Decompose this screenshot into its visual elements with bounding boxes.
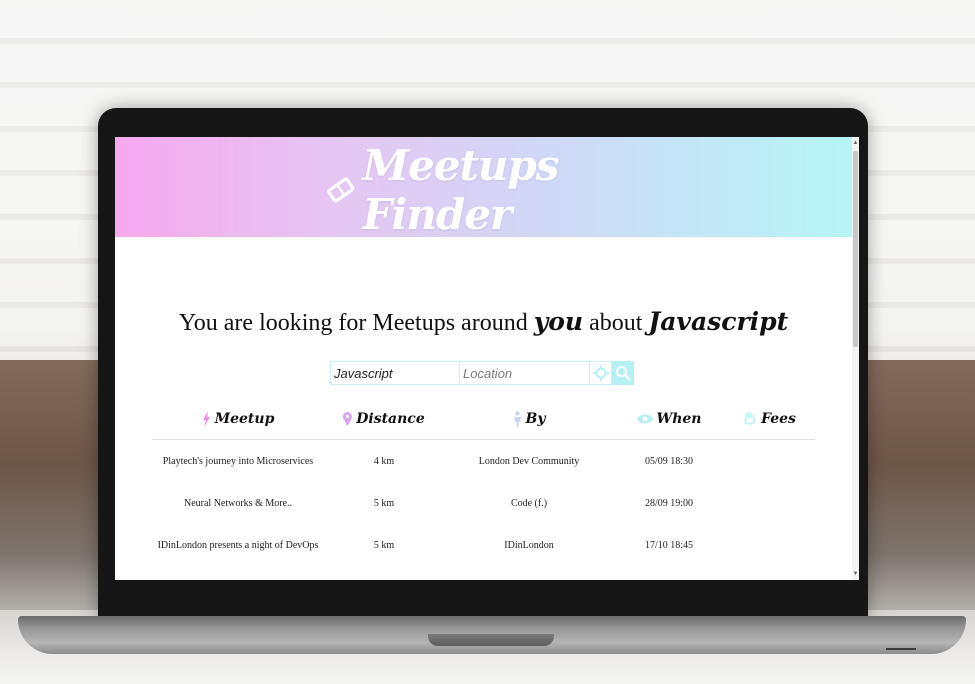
cell-when: 28/09 19:00 xyxy=(644,497,694,509)
headline-you: you xyxy=(533,307,584,336)
page-headline: You are looking for Meetups around you a… xyxy=(115,307,852,337)
cell-meetup: Neural Networks & More.. xyxy=(183,497,293,509)
cell-by: IDinLondon xyxy=(504,539,554,551)
column-header-when[interactable]: When xyxy=(614,411,724,427)
search-button[interactable] xyxy=(612,361,634,385)
browser-viewport: Meetups Finder You are looking for Meetu… xyxy=(115,137,859,580)
hero-banner: Meetups Finder xyxy=(115,137,852,239)
table-row[interactable]: IDinLondon presents a night of DevOps 5 … xyxy=(152,524,815,566)
column-header-fees[interactable]: Fees xyxy=(724,411,815,427)
cell-when: 05/09 18:30 xyxy=(644,455,694,467)
meetups-table: Meetup Distance By When Fees Playtech's … xyxy=(152,399,815,566)
vertical-scrollbar[interactable]: ▲ ▼ xyxy=(852,137,859,580)
table-row[interactable]: Neural Networks & More.. 5 km Code (f.) … xyxy=(152,482,815,524)
scroll-down-arrow-icon[interactable]: ▼ xyxy=(852,570,859,578)
column-header-by[interactable]: By xyxy=(444,411,614,427)
locate-button[interactable] xyxy=(590,361,612,385)
column-header-distance[interactable]: Distance xyxy=(324,411,444,427)
headline-about: about xyxy=(589,310,643,336)
headline-prefix: You are looking for Meetups around xyxy=(178,310,528,336)
scrollbar-thumb[interactable] xyxy=(853,151,858,347)
app-logo: Meetups Finder xyxy=(325,141,645,239)
search-icon xyxy=(616,366,631,381)
column-header-meetup[interactable]: Meetup xyxy=(152,411,324,427)
headline-topic: Javascript xyxy=(648,307,789,336)
laptop-notch xyxy=(428,634,554,646)
search-bar xyxy=(330,361,634,385)
cell-distance: 4 km xyxy=(373,455,395,467)
app-title: Meetups Finder xyxy=(362,141,560,239)
eye-icon xyxy=(636,414,653,424)
scroll-up-arrow-icon[interactable]: ▲ xyxy=(852,139,859,147)
cell-distance: 5 km xyxy=(373,539,395,551)
cell-by: Code (f.) xyxy=(510,497,548,509)
cell-by: London Dev Community xyxy=(478,455,580,467)
topic-input[interactable] xyxy=(330,361,460,385)
ticket-icon xyxy=(327,177,355,203)
location-input[interactable] xyxy=(460,361,590,385)
laptop-indicator xyxy=(886,648,916,650)
cell-distance: 5 km xyxy=(373,497,395,509)
crosshair-icon xyxy=(592,365,609,381)
cell-when: 17/10 18:45 xyxy=(644,539,694,551)
cell-meetup: Playtech's journey into Microservices xyxy=(162,455,314,467)
hand-icon xyxy=(744,411,756,425)
table-row[interactable]: Playtech's journey into Microservices 4 … xyxy=(152,440,815,482)
table-header: Meetup Distance By When Fees xyxy=(152,399,815,440)
person-icon xyxy=(513,411,521,427)
cell-meetup: IDinLondon presents a night of DevOps xyxy=(157,539,319,551)
lightning-icon xyxy=(202,411,210,427)
pin-icon xyxy=(343,412,353,426)
